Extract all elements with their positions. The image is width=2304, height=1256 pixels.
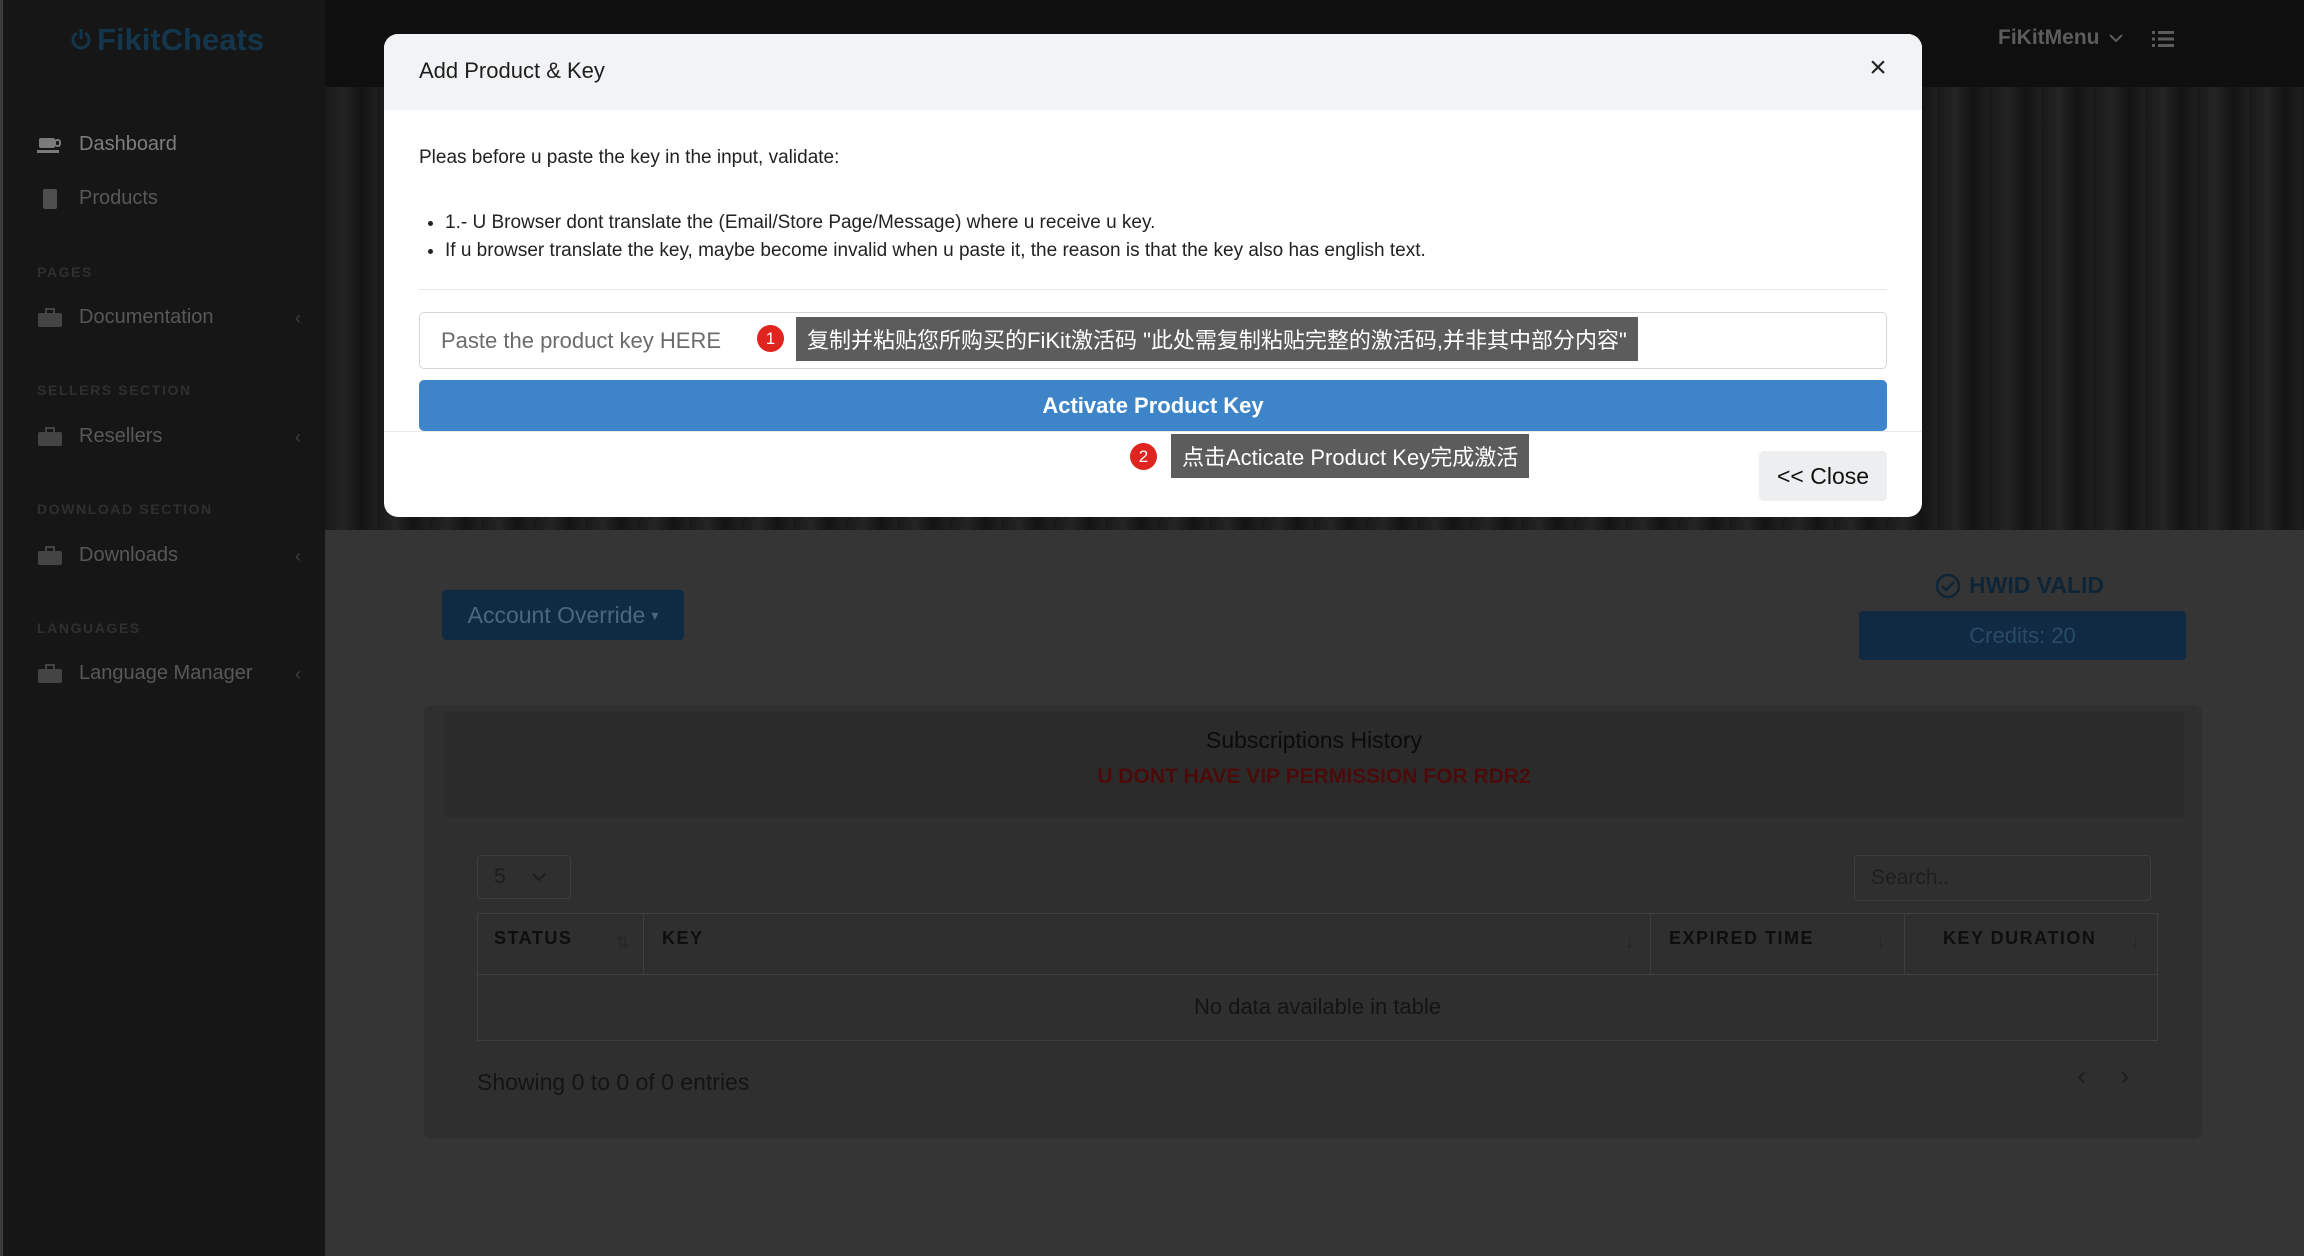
modal-header xyxy=(384,34,1922,110)
search-placeholder: Search.. xyxy=(1871,866,1950,889)
modal-intro-text: Pleas before u paste the key in the inpu… xyxy=(419,147,840,168)
sidebar-item-label: Language Manager xyxy=(79,662,253,684)
briefcase-icon xyxy=(38,426,62,446)
annotation-callout-2: 点击Acticate Product Key完成激活 xyxy=(1171,434,1530,478)
chevron-left-icon: ‹ xyxy=(295,427,301,447)
check-circle-icon xyxy=(1935,573,1961,598)
validation-rules-list: 1.- U Browser dont translate the (Email/… xyxy=(419,209,1426,265)
sidebar-item-dashboard[interactable]: Dashboard xyxy=(37,133,177,156)
sidebar-item-label: Products xyxy=(79,187,158,209)
annotation-callout-1: 复制并粘贴您所购买的FiKit激活码 "此处需复制粘贴完整的激活码,并非其中部分… xyxy=(796,317,1638,361)
sort-icon[interactable]: ↓ xyxy=(1876,932,1885,953)
account-override-button[interactable]: Account Override ▾ xyxy=(442,590,684,640)
coffee-cup-icon xyxy=(37,137,61,153)
table-search-input[interactable]: Search.. xyxy=(1854,855,2151,901)
pagination-next-icon[interactable]: › xyxy=(2120,1060,2129,1092)
sidebar-item-resellers[interactable]: Resellers xyxy=(37,425,162,448)
user-menu-label: FiKitMenu xyxy=(1998,26,2100,49)
column-header-key-duration[interactable]: KEY DURATION xyxy=(1943,928,2096,949)
table-empty-message: No data available in table xyxy=(1193,994,1442,1019)
chevron-left-icon: ‹ xyxy=(295,664,301,684)
table-info: Showing 0 to 0 of 0 entries xyxy=(477,1069,750,1095)
page-length-value: 5 xyxy=(494,865,506,888)
sidebar-item-label: Downloads xyxy=(79,544,178,566)
hwid-label: HWID VALID xyxy=(1969,572,2105,598)
column-header-status[interactable]: STATUS xyxy=(494,928,572,949)
sort-icon[interactable]: ↓ xyxy=(2131,932,2140,953)
subscriptions-table xyxy=(477,913,2158,1041)
sidebar-section-download: DOWNLOAD SECTION xyxy=(37,501,213,517)
modal-divider xyxy=(419,289,1887,290)
column-divider xyxy=(1650,913,1651,974)
sidebar-item-language-manager[interactable]: Language Manager xyxy=(37,662,252,685)
rule-item: If u browser translate the key, maybe be… xyxy=(445,237,1426,265)
modal-close-icon[interactable]: × xyxy=(1864,53,1892,83)
sidebar-section-sellers: SELLERS SECTION xyxy=(37,382,192,398)
column-header-key[interactable]: KEY xyxy=(662,928,704,949)
subscriptions-title: Subscriptions History xyxy=(1205,727,1423,753)
chevron-down-icon xyxy=(531,873,546,882)
briefcase-icon xyxy=(38,545,62,565)
user-menu[interactable]: FiKitMenu xyxy=(1998,26,2124,50)
brand-logo[interactable]: FikitCheats xyxy=(71,22,264,58)
chevron-left-icon: ‹ xyxy=(295,546,301,566)
sort-icon[interactable]: ↓ xyxy=(1625,932,1634,953)
chevron-left-icon: ‹ xyxy=(295,308,301,328)
sidebar-section-pages: PAGES xyxy=(37,264,93,280)
chevron-down-icon xyxy=(2109,34,2124,43)
sidebar: FikitCheats Dashboard Products PAGES Doc… xyxy=(0,0,325,1256)
column-divider xyxy=(643,913,644,974)
modal-footer-divider xyxy=(384,431,1922,432)
sidebar-item-documentation[interactable]: Documentation xyxy=(37,306,214,329)
credits-badge[interactable]: Credits: 20 xyxy=(1859,611,2186,660)
sidebar-section-languages: LANGUAGES xyxy=(37,620,141,636)
activate-product-key-button[interactable]: Activate Product Key xyxy=(419,380,1887,431)
rule-item: 1.- U Browser dont translate the (Email/… xyxy=(445,209,1426,237)
sidebar-item-label: Documentation xyxy=(79,306,214,328)
page-length-select[interactable]: 5 xyxy=(477,855,571,899)
caret-down-icon: ▾ xyxy=(651,606,659,623)
column-header-expired-time[interactable]: EXPIRED TIME xyxy=(1669,928,1814,949)
close-button[interactable]: << Close xyxy=(1759,451,1887,501)
modal-title: Add Product & Key xyxy=(419,58,605,83)
sidebar-item-label: Resellers xyxy=(79,425,163,447)
sidebar-item-downloads[interactable]: Downloads xyxy=(37,544,178,567)
power-icon xyxy=(71,29,91,50)
annotation-marker-2: 2 xyxy=(1130,443,1157,470)
list-icon[interactable] xyxy=(2152,30,2174,48)
brand-name: FikitCheats xyxy=(97,22,265,57)
sidebar-item-products[interactable]: Products xyxy=(37,187,158,210)
column-divider xyxy=(1904,913,1905,974)
add-product-key-modal: Add Product & Key × Pleas before u paste… xyxy=(384,34,1922,517)
account-override-label: Account Override xyxy=(467,601,646,628)
sidebar-item-label: Dashboard xyxy=(79,133,177,155)
table-header-divider xyxy=(477,974,2158,975)
hwid-status: HWID VALID xyxy=(1935,572,2104,599)
annotation-marker-1: 1 xyxy=(757,325,784,352)
pagination-previous-icon[interactable]: ‹ xyxy=(2077,1060,2086,1092)
briefcase-icon xyxy=(38,663,62,683)
briefcase-icon xyxy=(38,307,62,327)
vip-warning: U DONT HAVE VIP PERMISSION FOR RDR2 xyxy=(1097,765,1531,788)
file-icon xyxy=(43,188,57,209)
sort-icon[interactable]: ⇅ xyxy=(615,932,630,953)
